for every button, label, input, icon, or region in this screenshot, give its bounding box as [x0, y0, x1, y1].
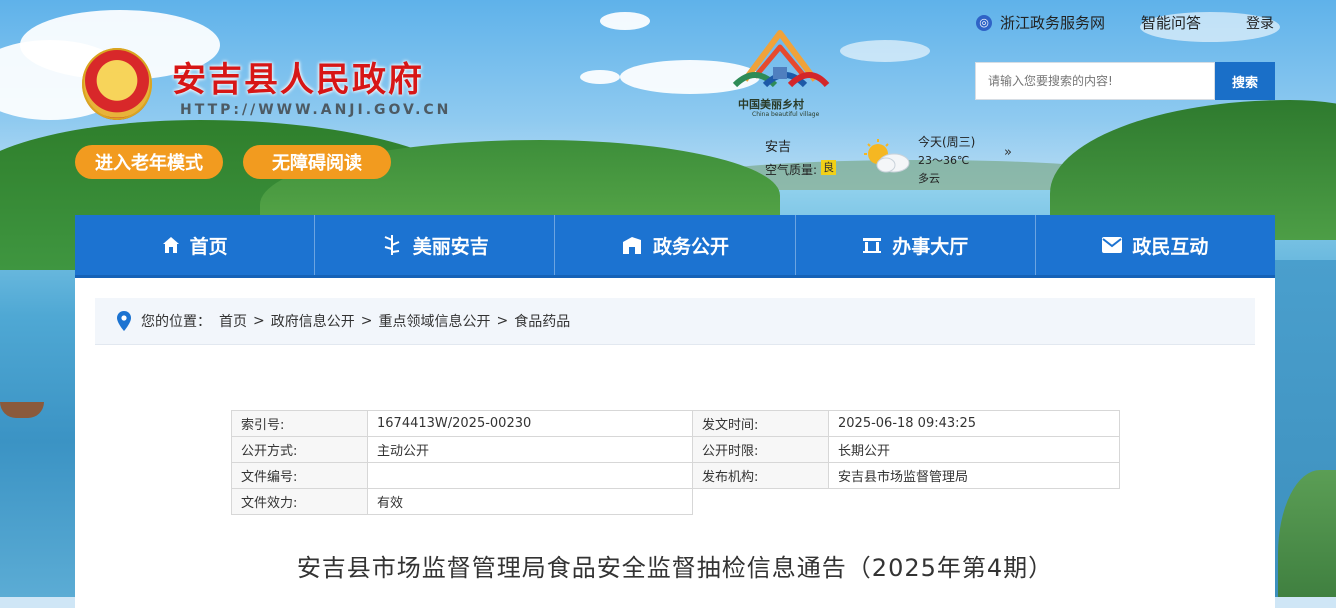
doc-number-value	[367, 462, 693, 489]
nav-label: 政务公开	[653, 235, 730, 258]
building-icon	[621, 235, 643, 255]
breadcrumb-item-gov-info[interactable]: 政府信息公开	[271, 311, 355, 331]
smart-qa-link[interactable]: 智能问答	[1141, 12, 1201, 33]
accessible-reading-button[interactable]: 无障碍阅读	[243, 145, 391, 179]
weather-city: 安吉	[765, 140, 792, 155]
elder-mode-button[interactable]: 进入老年模式	[75, 145, 223, 179]
main-nav: 首页 美丽安吉 政务公开 办事大厅 政民互动	[75, 215, 1275, 278]
issue-time-label: 发文时间:	[692, 410, 829, 437]
nav-label: 政民互动	[1132, 235, 1209, 258]
weather-day: 今天(周三)	[918, 135, 976, 149]
issue-time-value: 2025-06-18 09:43:25	[828, 410, 1120, 437]
weather-temperature: 23～36℃	[918, 154, 970, 167]
breadcrumb-item-key-areas[interactable]: 重点领域信息公开	[378, 311, 490, 331]
cloud	[840, 40, 930, 62]
air-quality-badge: 良	[821, 160, 836, 175]
open-limit-value: 长期公开	[828, 436, 1120, 463]
breadcrumb-separator: >	[253, 313, 265, 329]
cloud	[580, 70, 620, 84]
nav-item-government-affairs[interactable]: 政务公开	[555, 215, 796, 275]
search-input[interactable]	[975, 62, 1215, 100]
login-link[interactable]: 登录	[1246, 13, 1274, 33]
weather-more-icon[interactable]: »	[1004, 145, 1012, 160]
nav-item-home[interactable]: 首页	[75, 215, 316, 275]
breadcrumb-separator: >	[496, 313, 509, 329]
breadcrumb: 您的位置： 首页 > 政府信息公开 > 重点领域信息公开 > 食品药品	[95, 298, 1255, 345]
zhejiang-logo-icon: ◎	[976, 14, 992, 31]
nav-label: 首页	[189, 235, 228, 258]
nav-label: 美丽安吉	[412, 235, 489, 258]
breadcrumb-prefix: 您的位置：	[141, 314, 211, 330]
site-title[interactable]: 安吉县人民政府	[172, 52, 424, 101]
nav-item-service-hall[interactable]: 办事大厅	[796, 215, 1036, 275]
bamboo-icon	[381, 234, 403, 256]
home-icon	[162, 236, 180, 254]
validity-label: 文件效力:	[231, 488, 368, 515]
publisher-label: 发布机构:	[692, 462, 829, 489]
nav-label: 办事大厅	[892, 235, 969, 258]
main-content: 您的位置： 首页 > 政府信息公开 > 重点领域信息公开 > 食品药品 索引号:…	[75, 278, 1275, 608]
table-row: 文件效力: 有效	[231, 488, 1120, 515]
table-row: 索引号: 1674413W/2025-00230 发文时间: 2025-06-1…	[231, 410, 1120, 437]
air-quality-label: 空气质量:	[765, 163, 818, 177]
weather-condition: 多云	[918, 172, 940, 185]
cloud	[600, 12, 650, 30]
document-meta-table: 索引号: 1674413W/2025-00230 发文时间: 2025-06-1…	[231, 410, 1120, 515]
breadcrumb-item-food-drug[interactable]: 食品药品	[514, 311, 570, 331]
nav-item-public-interaction[interactable]: 政民互动	[1036, 215, 1275, 275]
location-pin-icon	[117, 311, 131, 331]
star-icon: ★	[106, 62, 124, 86]
open-limit-label: 公开时限:	[692, 436, 829, 463]
open-method-label: 公开方式:	[231, 436, 368, 463]
breadcrumb-separator: >	[360, 313, 373, 329]
table-row: 文件编号: 发布机构: 安吉县市场监督管理局	[231, 462, 1120, 489]
index-label: 索引号:	[231, 410, 368, 437]
open-method-value: 主动公开	[367, 436, 693, 463]
index-value: 1674413W/2025-00230	[367, 410, 693, 437]
doc-number-label: 文件编号:	[231, 462, 368, 489]
validity-value: 有效	[367, 488, 693, 515]
search-button[interactable]: 搜索	[1215, 62, 1275, 100]
table-row: 公开方式: 主动公开 公开时限: 长期公开	[231, 436, 1120, 463]
nav-item-beautiful-anji[interactable]: 美丽安吉	[315, 215, 556, 275]
village-logo-text: 中国美丽乡村	[738, 98, 804, 111]
zhejiang-service-link[interactable]: ◎ 浙江政务服务网	[976, 12, 1105, 33]
site-url: HTTP://WWW.ANJI.GOV.CN	[180, 102, 452, 118]
table-blank	[692, 488, 1120, 515]
zhejiang-service-label: 浙江政务服务网	[1000, 14, 1106, 32]
village-logo-sub: China beautiful village	[752, 111, 820, 118]
national-emblem-icon: ★	[82, 48, 152, 120]
breadcrumb-item-home[interactable]: 首页	[219, 311, 247, 331]
publisher-value: 安吉县市场监督管理局	[828, 462, 1120, 489]
mail-icon	[1102, 237, 1123, 253]
partly-cloudy-icon	[864, 139, 910, 173]
article-title: 安吉县市场监督管理局食品安全监督抽检信息通告（2025年第4期）	[296, 554, 1054, 582]
hall-icon	[862, 236, 882, 254]
